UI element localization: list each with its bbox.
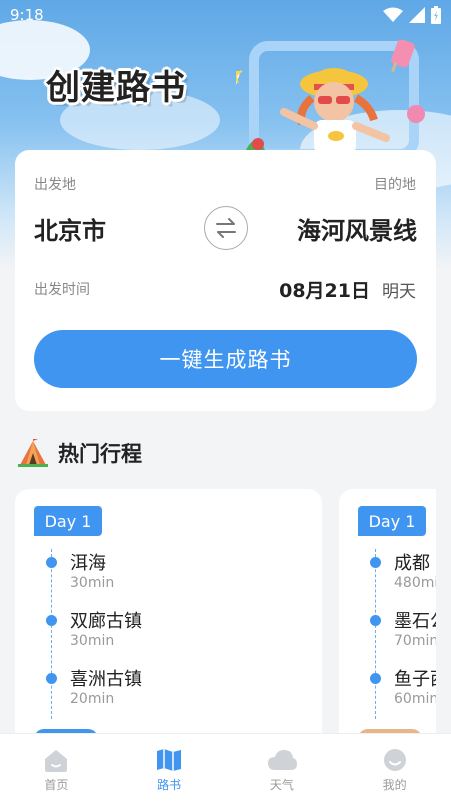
tab-label: 天气 (269, 778, 294, 792)
stop-duration: 480min (394, 575, 436, 591)
stop-duration: 70min (394, 633, 436, 649)
tab-label: 我的 (382, 778, 407, 792)
generate-roadbook-button[interactable]: 一键生成路书 (34, 330, 417, 388)
swap-button[interactable] (204, 206, 248, 250)
battery-icon (431, 6, 441, 24)
page-title: 创建路书 (46, 68, 186, 108)
route-planner-card: 出发地 目的地 北京市 海河风景线 出发时间 08月21日 明天 一键生成路书 (15, 150, 436, 411)
destination-label: 目的地 (374, 177, 416, 193)
map-icon (157, 749, 182, 771)
swap-icon (216, 218, 236, 238)
stop-duration: 60min (394, 691, 436, 707)
stop-duration: 20min (70, 691, 115, 707)
tab-weather[interactable]: 天气 (226, 734, 339, 801)
bottom-tab-bar: 首页 路书 天气 我的 (0, 733, 451, 801)
tab-roadbook[interactable]: 路书 (113, 734, 226, 801)
status-icons (383, 6, 441, 24)
trip-card[interactable]: Day 1 洱海 30min 双廊古镇 30min 喜洲古镇 20min (15, 489, 322, 749)
timeline-dot (46, 557, 57, 568)
origin-label: 出发地 (34, 177, 76, 193)
day-tag: Day 1 (34, 506, 102, 536)
signal-icon (409, 7, 425, 23)
tent-icon (18, 439, 48, 467)
stop-duration: 30min (70, 633, 115, 649)
mascot-illustration (236, 40, 425, 159)
destination-city[interactable]: 海河风景线 (297, 211, 417, 246)
origin-city[interactable]: 北京市 (34, 211, 106, 246)
stop-name: 鱼子西 (394, 669, 436, 690)
departure-time-label: 出发时间 (34, 282, 90, 298)
departure-weekday: 明天 (382, 282, 416, 302)
departure-date[interactable]: 08月21日 (279, 276, 370, 303)
timeline-dot (370, 673, 381, 684)
tab-label: 路书 (157, 778, 182, 792)
stop-name: 洱海 (70, 553, 106, 574)
stop-name: 墨石公 (394, 611, 436, 632)
trip-card[interactable]: Day 1 成都 480min 墨石公 70min 鱼子西 60min (339, 489, 436, 749)
stop-name: 成都 (394, 553, 430, 574)
cloud-icon (267, 750, 297, 770)
popular-trips-header: 热门行程 (18, 436, 142, 470)
tab-label: 首页 (44, 778, 69, 792)
tab-home[interactable]: 首页 (0, 734, 113, 801)
timeline-line (51, 549, 52, 719)
status-bar: 9:18 (0, 0, 451, 30)
stop-name: 喜洲古镇 (70, 669, 142, 690)
home-icon (45, 750, 68, 772)
stop-duration: 30min (70, 575, 115, 591)
timeline-dot (370, 615, 381, 626)
day-tag: Day 1 (358, 506, 426, 536)
timeline-dot (46, 673, 57, 684)
tab-profile[interactable]: 我的 (338, 734, 451, 801)
profile-icon (383, 749, 406, 771)
timeline-dot (370, 557, 381, 568)
timeline-line (375, 549, 376, 719)
status-time: 9:18 (10, 6, 44, 24)
stop-name: 双廊古镇 (70, 611, 142, 632)
section-title: 热门行程 (58, 442, 142, 466)
timeline-dot (46, 615, 57, 626)
wifi-icon (383, 7, 403, 22)
